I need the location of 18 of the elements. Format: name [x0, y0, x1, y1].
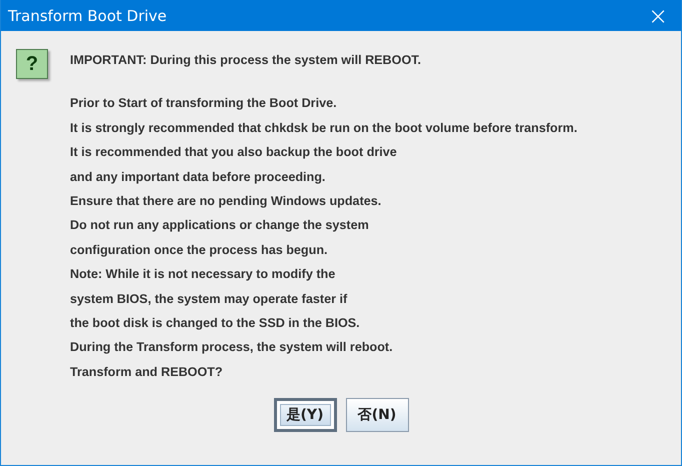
heading-text: IMPORTANT: During this process the system will REBOOT.	[70, 52, 422, 69]
question-icon: ?	[16, 49, 48, 79]
message-line: the boot disk is changed to the SSD in the BIOS.	[70, 314, 361, 332]
message-line: system BIOS, the system may operate faster if	[70, 290, 348, 308]
dialog-button[interactable]: 是(Y)	[274, 398, 336, 432]
message-line: configuration once the process has begun.	[70, 242, 329, 259]
close-button[interactable]: ×	[635, 0, 681, 31]
message-line: It is recommended that you also backup the boot drive	[70, 144, 398, 162]
message-line: During the Transform process, the system will reboot.	[70, 339, 394, 356]
message-line: and any important data before proceeding.	[70, 168, 326, 186]
dialog-button[interactable]: 否(N)	[346, 398, 408, 432]
window-title: Transform Boot Drive	[8, 6, 167, 24]
message-line: Do not run any applications or change the system	[70, 217, 370, 234]
message-line: Ensure that there are no pending Windows updates.	[70, 192, 382, 210]
message-line: Prior to Start of transforming the Boot Drive.	[70, 95, 338, 112]
message-line: Note: While it is not necessary to modify the	[70, 266, 336, 284]
message-line: It is strongly recommended that chkdsk be run on the boot volume before transform.	[70, 120, 578, 137]
message-line: Transform and REBOOT?	[70, 364, 224, 381]
